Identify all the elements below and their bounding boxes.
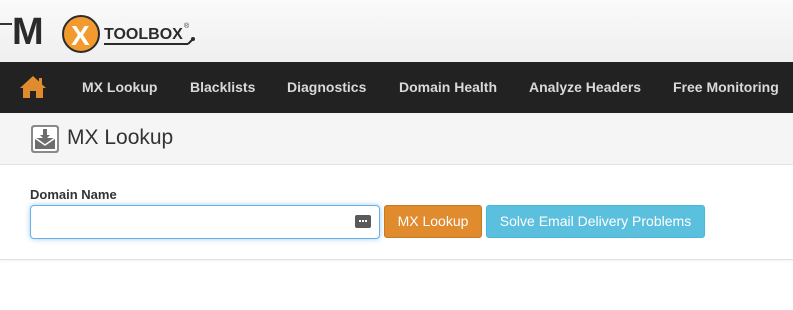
nav-item-analyze-headers[interactable]: Analyze Headers: [529, 62, 641, 113]
logo-text: TOOLBOX: [104, 26, 183, 43]
nav-item-diagnostics[interactable]: Diagnostics: [287, 62, 366, 113]
lookup-form: Domain Name MX Lookup Solve Email Delive…: [0, 165, 793, 260]
domain-name-label: Domain Name: [30, 187, 117, 202]
solve-email-delivery-button[interactable]: Solve Email Delivery Problems: [486, 205, 705, 238]
mx-lookup-button[interactable]: MX Lookup: [384, 205, 482, 238]
home-icon[interactable]: [18, 74, 48, 100]
main-navbar: MX Lookup Blacklists Diagnostics Domain …: [0, 62, 793, 113]
mxtoolbox-logo[interactable]: M X TOOLBOX ®: [0, 6, 200, 54]
envelope-download-icon: [31, 125, 59, 153]
page-title: MX Lookup: [67, 126, 174, 149]
nav-item-free-monitoring[interactable]: Free Monitoring: [673, 62, 779, 113]
logo-letter-x: X: [71, 20, 90, 51]
logo-letter-m: M: [12, 11, 44, 53]
nav-item-blacklists[interactable]: Blacklists: [190, 62, 255, 113]
nav-item-domain-health[interactable]: Domain Health: [399, 62, 497, 113]
autofill-key-icon[interactable]: [355, 215, 371, 228]
page-title-bar: MX Lookup: [0, 113, 793, 165]
domain-name-input[interactable]: [30, 205, 380, 239]
nav-item-mx-lookup[interactable]: MX Lookup: [82, 62, 157, 113]
svg-text:®: ®: [184, 22, 190, 30]
site-header: M X TOOLBOX ®: [0, 0, 793, 62]
